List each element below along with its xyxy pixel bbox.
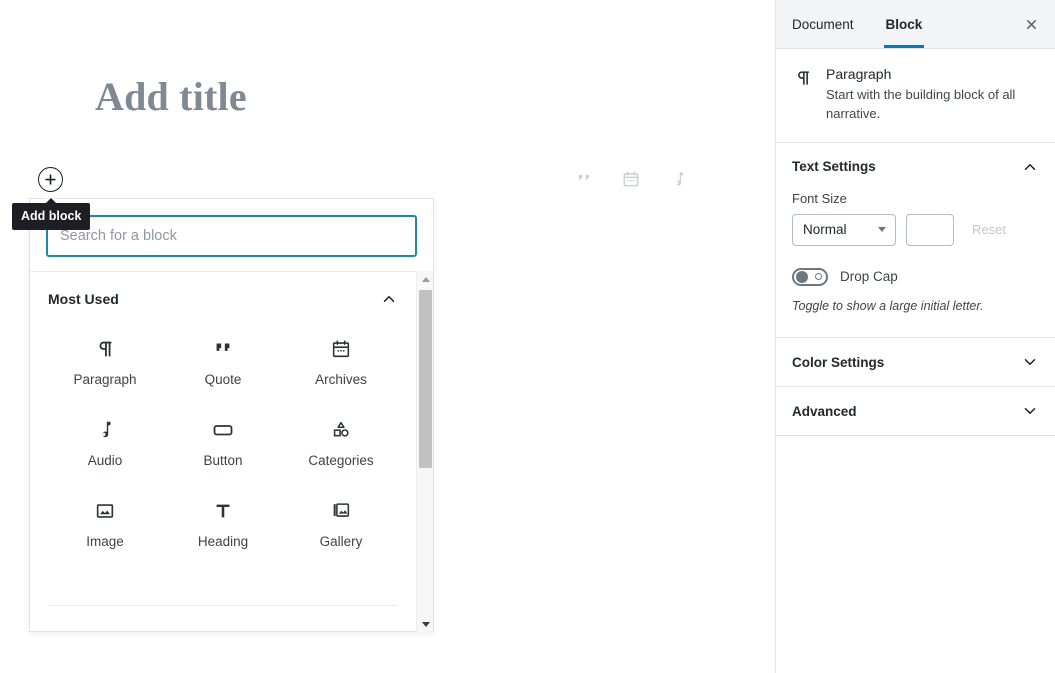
drop-cap-row: Drop Cap [792,267,1039,286]
font-size-row: Normal Reset [792,213,1039,246]
block-item-gallery[interactable]: Gallery [282,484,400,559]
drop-cap-help-text: Toggle to show a large initial letter. [792,298,984,313]
panel-text-settings-header[interactable]: Text Settings [776,143,1055,191]
categories-icon [330,415,352,445]
chevron-down-icon[interactable] [1021,353,1039,371]
inserter-scroll-area: Most Used Paragraph Quote Archives Audio… [30,271,416,632]
block-item-label: Categories [308,453,374,468]
tab-block[interactable]: Block [870,0,939,48]
quick-insert-icons [570,165,692,193]
panel-title: Advanced [792,403,857,419]
panel-title: Text Settings [792,159,876,175]
font-size-select[interactable]: Normal [792,213,896,246]
reset-button[interactable]: Reset [964,214,1014,246]
font-size-label: Font Size [792,190,847,206]
block-item-image[interactable]: Image [46,484,164,559]
block-item-label: Audio [87,453,123,468]
font-size-select-value: Normal [803,222,847,238]
inserter-search-wrapper [30,199,433,271]
archives-icon [330,334,352,364]
block-card-text: Paragraph Start with the building block … [826,66,1039,124]
panel-advanced-header[interactable]: Advanced [776,387,1055,435]
panel-bottom-border [776,435,1055,437]
scrollbar-up-button[interactable] [417,271,433,287]
chevron-up-icon [421,276,430,282]
chevron-down-icon [421,621,430,627]
audio-icon [94,415,116,445]
panel-color-settings-header[interactable]: Color Settings [776,338,1055,386]
block-item-button[interactable]: Button [164,403,282,478]
tab-document[interactable]: Document [776,0,870,48]
block-settings-sidebar: Document Block Paragraph Start with the … [775,0,1055,673]
block-item-paragraph[interactable]: Paragraph [46,322,164,397]
gallery-icon [330,496,352,526]
block-item-audio[interactable]: Audio [46,403,164,478]
block-info-card: Paragraph Start with the building block … [776,49,1055,142]
panel-advanced: Advanced [776,386,1055,435]
panel-text-settings: Text Settings Font Size Normal Reset Dro… [776,141,1055,338]
chevron-down-icon[interactable] [1021,402,1039,420]
block-item-quote[interactable]: Quote [164,322,282,397]
block-item-label: Quote [204,372,242,387]
close-icon[interactable] [1007,0,1055,48]
inserter-scrollbar[interactable] [416,271,433,632]
block-item-label: Button [203,453,243,468]
button-icon [211,415,235,445]
panel-title: Color Settings [792,354,885,370]
toggle-off-indicator [815,273,822,281]
scrollbar-thumb[interactable] [419,290,432,468]
post-title-placeholder[interactable]: Add title [95,73,247,120]
panel-color-settings: Color Settings [776,337,1055,386]
block-item-archives[interactable]: Archives [282,322,400,397]
editor-canvas: Add title Add block Search for a block M… [0,0,775,673]
block-item-categories[interactable]: Categories [282,403,400,478]
panel-divider [48,605,398,606]
quote-icon [212,334,234,364]
block-card-title: Paragraph [826,66,892,82]
panel-text-settings-body: Font Size Normal Reset Drop Cap Toggle t… [776,191,1055,338]
quick-insert-archives-icon[interactable] [617,165,645,193]
block-card-description: Start with the building block of all nar… [826,87,1016,121]
font-size-number-input[interactable] [906,213,954,246]
chevron-up-icon[interactable] [380,290,398,308]
block-type-grid: Paragraph Quote Archives Audio Button Ca… [30,318,416,559]
toggle-knob [796,270,808,283]
block-item-label: Gallery [319,534,363,549]
most-used-panel-title: Most Used [48,291,119,307]
chevron-up-icon[interactable] [1021,158,1039,176]
add-block-tooltip: Add block [12,198,91,230]
block-item-label: Image [86,534,124,549]
heading-icon [212,496,234,526]
block-inserter-popover: Most Used Paragraph [29,198,434,632]
tab-label: Document [792,16,854,32]
most-used-panel-header[interactable]: Most Used [30,272,416,318]
block-item-label: Heading [197,534,249,549]
chevron-down-icon [878,227,886,233]
block-item-label: Archives [315,372,367,387]
drop-cap-label: Drop Cap [840,269,898,285]
scrollbar-down-button[interactable] [417,616,433,632]
quick-insert-quote-icon[interactable] [570,165,598,193]
block-item-label: Paragraph [73,372,137,387]
paragraph-icon [94,334,116,364]
image-icon [94,496,116,526]
drop-cap-toggle[interactable] [792,267,828,286]
quick-insert-audio-icon[interactable] [664,165,692,193]
tab-label: Block [885,16,923,32]
add-block-button[interactable] [38,167,63,192]
inserter-body: Most Used Paragraph Quote Archives Audio… [30,271,433,632]
paragraph-icon [793,66,813,124]
search-input[interactable] [46,215,417,257]
block-item-heading[interactable]: Heading [164,484,282,559]
sidebar-tabs: Document Block [776,0,1055,49]
